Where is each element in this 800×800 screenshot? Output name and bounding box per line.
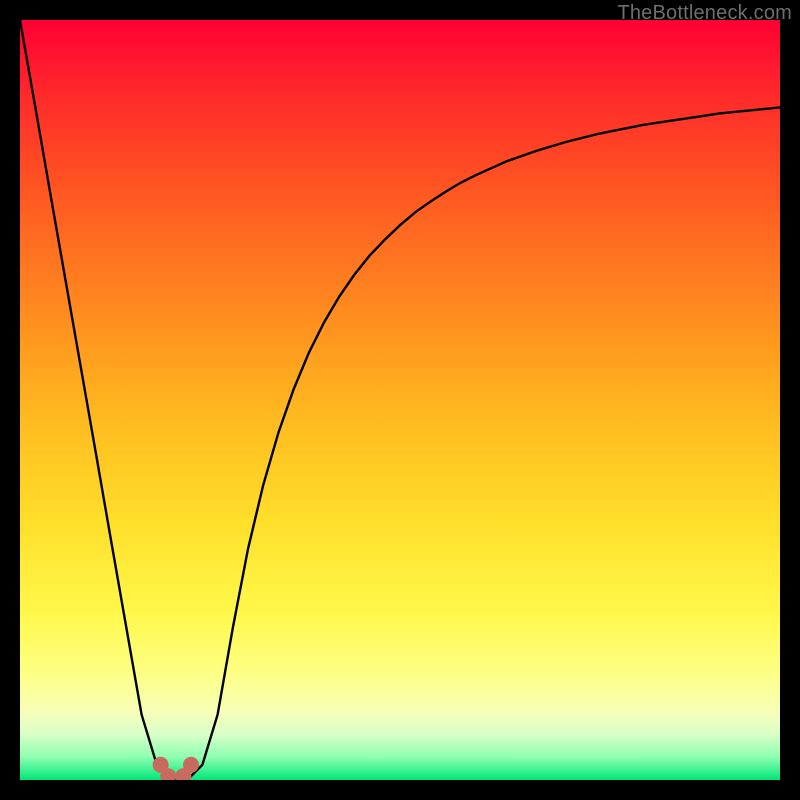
curve-layer: [20, 20, 780, 780]
bottleneck-curve: [20, 20, 780, 780]
watermark-text: TheBottleneck.com: [617, 2, 792, 25]
plot-area: [20, 20, 780, 780]
chart-frame: TheBottleneck.com: [0, 0, 800, 800]
